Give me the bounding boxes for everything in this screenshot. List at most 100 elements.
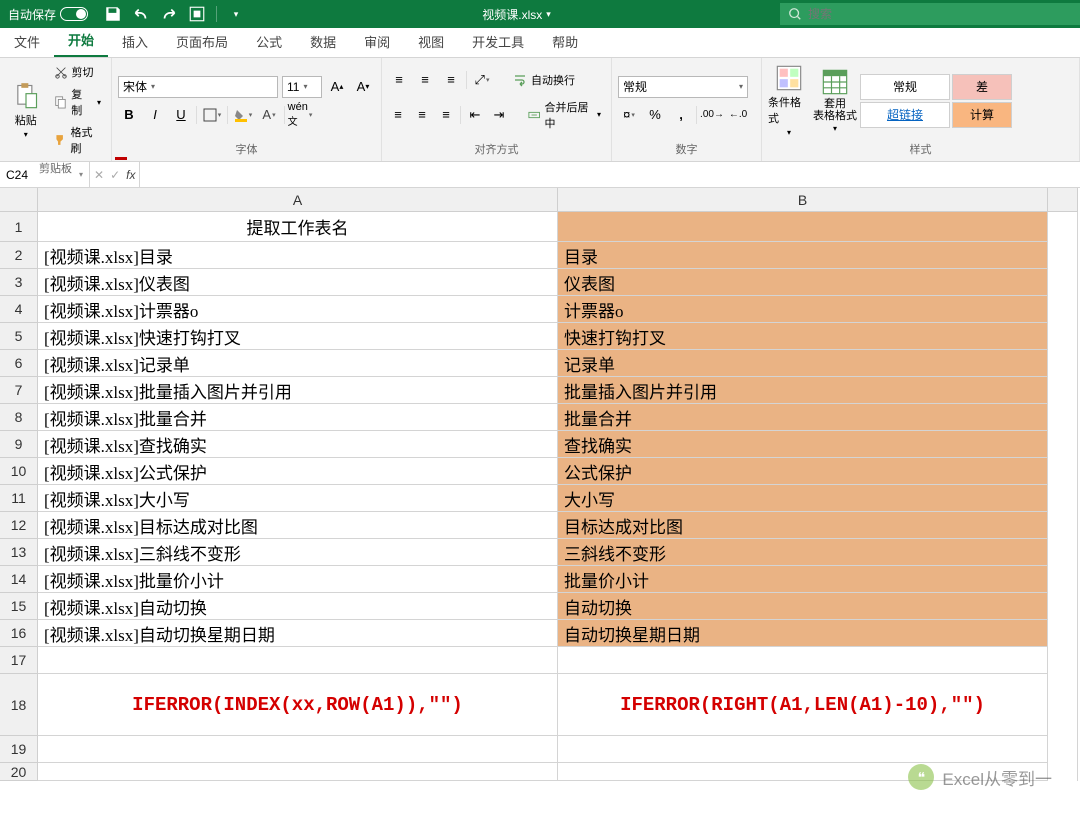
cell[interactable]: 查找确实	[558, 431, 1048, 458]
cell[interactable]: [视频课.xlsx]自动切换星期日期	[38, 620, 558, 647]
format-painter-button[interactable]: 格式刷	[50, 122, 106, 158]
cell[interactable]: 批量价小计	[558, 566, 1048, 593]
percent-icon[interactable]: %	[644, 104, 666, 126]
touch-mode-icon[interactable]	[188, 5, 206, 23]
cell[interactable]	[558, 736, 1048, 763]
wrap-text-button[interactable]: 自动换行	[509, 70, 579, 90]
row-header[interactable]: 17	[0, 647, 38, 674]
fx-icon[interactable]: fx	[126, 168, 135, 182]
cell[interactable]	[1048, 674, 1078, 736]
format-as-table-button[interactable]: 套用 表格格式▾	[814, 68, 856, 133]
underline-button[interactable]: U	[170, 104, 192, 126]
cell[interactable]: 大小写	[558, 485, 1048, 512]
search-box[interactable]	[780, 3, 1080, 25]
phonetic-button[interactable]: wén文	[289, 104, 311, 126]
cell[interactable]	[38, 736, 558, 763]
grid-area[interactable]: A B 1 提取工作表名 2 [视频课.xlsx]目录 目录 3 [视频课.xl…	[0, 188, 1080, 818]
decrease-font-icon[interactable]: A▾	[352, 76, 374, 98]
tab-help[interactable]: 帮助	[538, 26, 592, 57]
align-top-icon[interactable]: ≡	[388, 69, 410, 91]
row-header[interactable]: 5	[0, 323, 38, 350]
cell-styles-gallery[interactable]: 常规 差 超链接 计算	[860, 74, 1012, 128]
row-header[interactable]: 18	[0, 674, 38, 736]
select-all-corner[interactable]	[0, 188, 38, 212]
tab-view[interactable]: 视图	[404, 26, 458, 57]
save-icon[interactable]	[104, 5, 122, 23]
style-hyperlink[interactable]: 超链接	[860, 102, 950, 128]
file-status-icon[interactable]: ▾	[546, 9, 551, 20]
increase-decimal-icon[interactable]: .00→	[701, 104, 723, 126]
cell[interactable]	[1048, 404, 1078, 431]
decrease-decimal-icon[interactable]: ←.0	[727, 104, 749, 126]
cell[interactable]	[1048, 593, 1078, 620]
row-header[interactable]: 6	[0, 350, 38, 377]
font-color-button[interactable]: A	[258, 104, 280, 126]
row-header[interactable]: 3	[0, 269, 38, 296]
cell[interactable]: [视频课.xlsx]大小写	[38, 485, 558, 512]
align-middle-icon[interactable]: ≡	[414, 69, 436, 91]
cell[interactable]	[1048, 763, 1078, 781]
increase-indent-icon[interactable]: ⇥	[489, 104, 509, 126]
cell[interactable]	[1048, 431, 1078, 458]
cell[interactable]: 记录单	[558, 350, 1048, 377]
tab-data[interactable]: 数据	[296, 26, 350, 57]
cell[interactable]: [视频课.xlsx]快速打钩打叉	[38, 323, 558, 350]
cell-formula-b[interactable]: IFERROR(RIGHT(A1,LEN(A1)-10),"")	[558, 674, 1048, 736]
cell[interactable]	[1048, 539, 1078, 566]
row-header[interactable]: 19	[0, 736, 38, 763]
cell[interactable]: 批量合并	[558, 404, 1048, 431]
italic-button[interactable]: I	[144, 104, 166, 126]
row-header[interactable]: 1	[0, 212, 38, 242]
conditional-formatting-button[interactable]: 条件格式▾	[768, 64, 810, 137]
row-header[interactable]: 13	[0, 539, 38, 566]
cell[interactable]: 批量插入图片并引用	[558, 377, 1048, 404]
number-format-combo[interactable]: 常规▾	[618, 76, 748, 98]
cell[interactable]	[1048, 620, 1078, 647]
cut-button[interactable]: 剪切	[50, 62, 106, 82]
row-header[interactable]: 12	[0, 512, 38, 539]
cell[interactable]: [视频课.xlsx]查找确实	[38, 431, 558, 458]
row-header[interactable]: 14	[0, 566, 38, 593]
cell[interactable]: 自动切换	[558, 593, 1048, 620]
cell[interactable]	[1048, 647, 1078, 674]
style-calculation[interactable]: 计算	[952, 102, 1012, 128]
row-header[interactable]: 8	[0, 404, 38, 431]
cell[interactable]	[558, 212, 1048, 242]
cell-formula-a[interactable]: IFERROR(INDEX(xx,ROW(A1)),"")	[38, 674, 558, 736]
cell[interactable]: [视频课.xlsx]目录	[38, 242, 558, 269]
cell[interactable]: [视频课.xlsx]批量价小计	[38, 566, 558, 593]
autosave-toggle-icon[interactable]	[60, 7, 88, 21]
cell[interactable]: [视频课.xlsx]批量合并	[38, 404, 558, 431]
tab-insert[interactable]: 插入	[108, 26, 162, 57]
increase-font-icon[interactable]: A▴	[326, 76, 348, 98]
cell[interactable]: 计票器o	[558, 296, 1048, 323]
decrease-indent-icon[interactable]: ⇤	[465, 104, 485, 126]
paste-button[interactable]: 粘贴 ▾	[6, 62, 46, 158]
tab-home[interactable]: 开始	[54, 24, 108, 57]
row-header[interactable]: 15	[0, 593, 38, 620]
copy-button[interactable]: 复制▾	[50, 84, 106, 120]
fill-color-button[interactable]	[232, 104, 254, 126]
cell[interactable]: [视频课.xlsx]三斜线不变形	[38, 539, 558, 566]
font-name-combo[interactable]: 宋体▾	[118, 76, 278, 98]
cell[interactable]	[1048, 377, 1078, 404]
cell[interactable]: 三斜线不变形	[558, 539, 1048, 566]
comma-icon[interactable]: ,	[670, 104, 692, 126]
cell[interactable]	[1048, 485, 1078, 512]
enter-icon[interactable]: ✓	[110, 168, 120, 182]
style-normal[interactable]: 常规	[860, 74, 950, 100]
row-header[interactable]: 16	[0, 620, 38, 647]
col-header-a[interactable]: A	[38, 188, 558, 212]
cell[interactable]	[1048, 212, 1078, 242]
undo-icon[interactable]	[132, 5, 150, 23]
cell[interactable]	[1048, 566, 1078, 593]
cell[interactable]	[1048, 323, 1078, 350]
autosave-toggle-group[interactable]: 自动保存	[0, 6, 96, 23]
cell[interactable]	[1048, 296, 1078, 323]
row-header[interactable]: 20	[0, 763, 38, 781]
cell[interactable]	[1048, 458, 1078, 485]
row-header[interactable]: 4	[0, 296, 38, 323]
cell[interactable]: [视频课.xlsx]批量插入图片并引用	[38, 377, 558, 404]
col-header-c[interactable]	[1048, 188, 1078, 212]
cell[interactable]	[1048, 350, 1078, 377]
